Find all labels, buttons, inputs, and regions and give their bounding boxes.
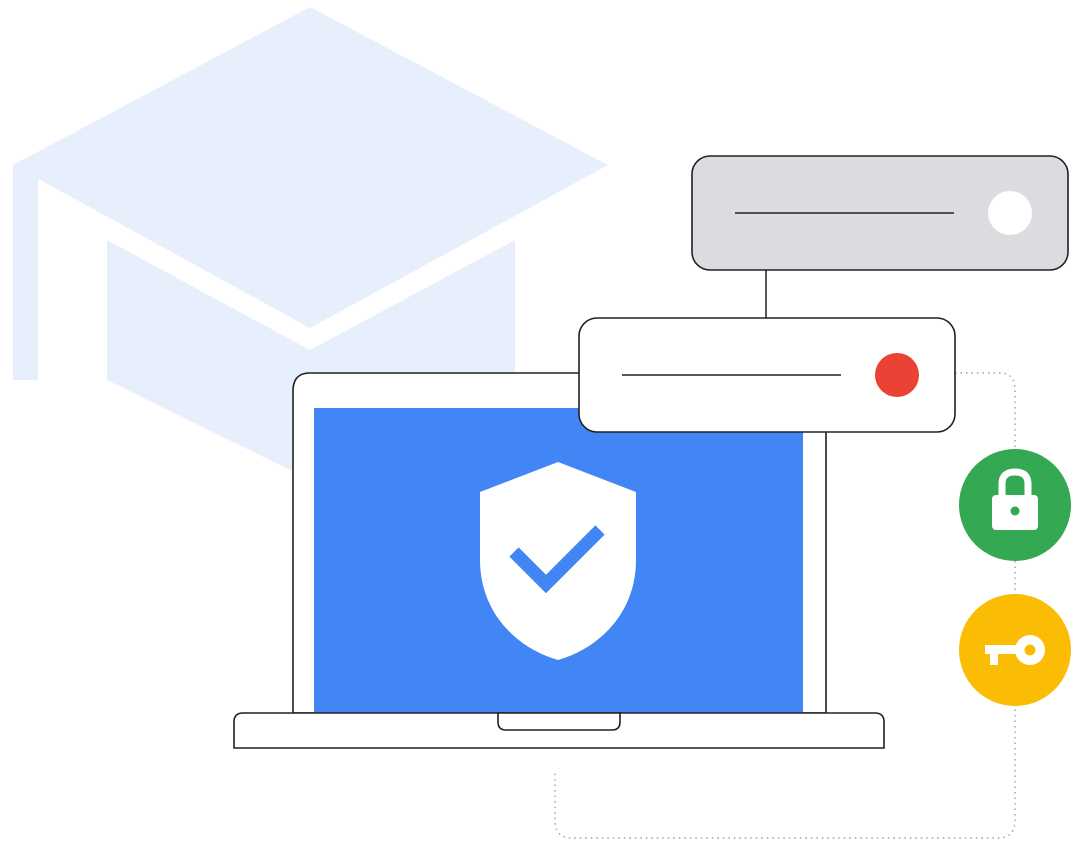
security-illustration [13, 7, 1071, 839]
server-panel-white [578, 317, 956, 433]
key-icon [959, 594, 1071, 706]
status-dot-white [988, 191, 1032, 235]
laptop-notch [497, 712, 621, 731]
status-dot-red [875, 353, 919, 397]
server-panel-gray [691, 155, 1069, 271]
lock-icon [959, 449, 1071, 561]
